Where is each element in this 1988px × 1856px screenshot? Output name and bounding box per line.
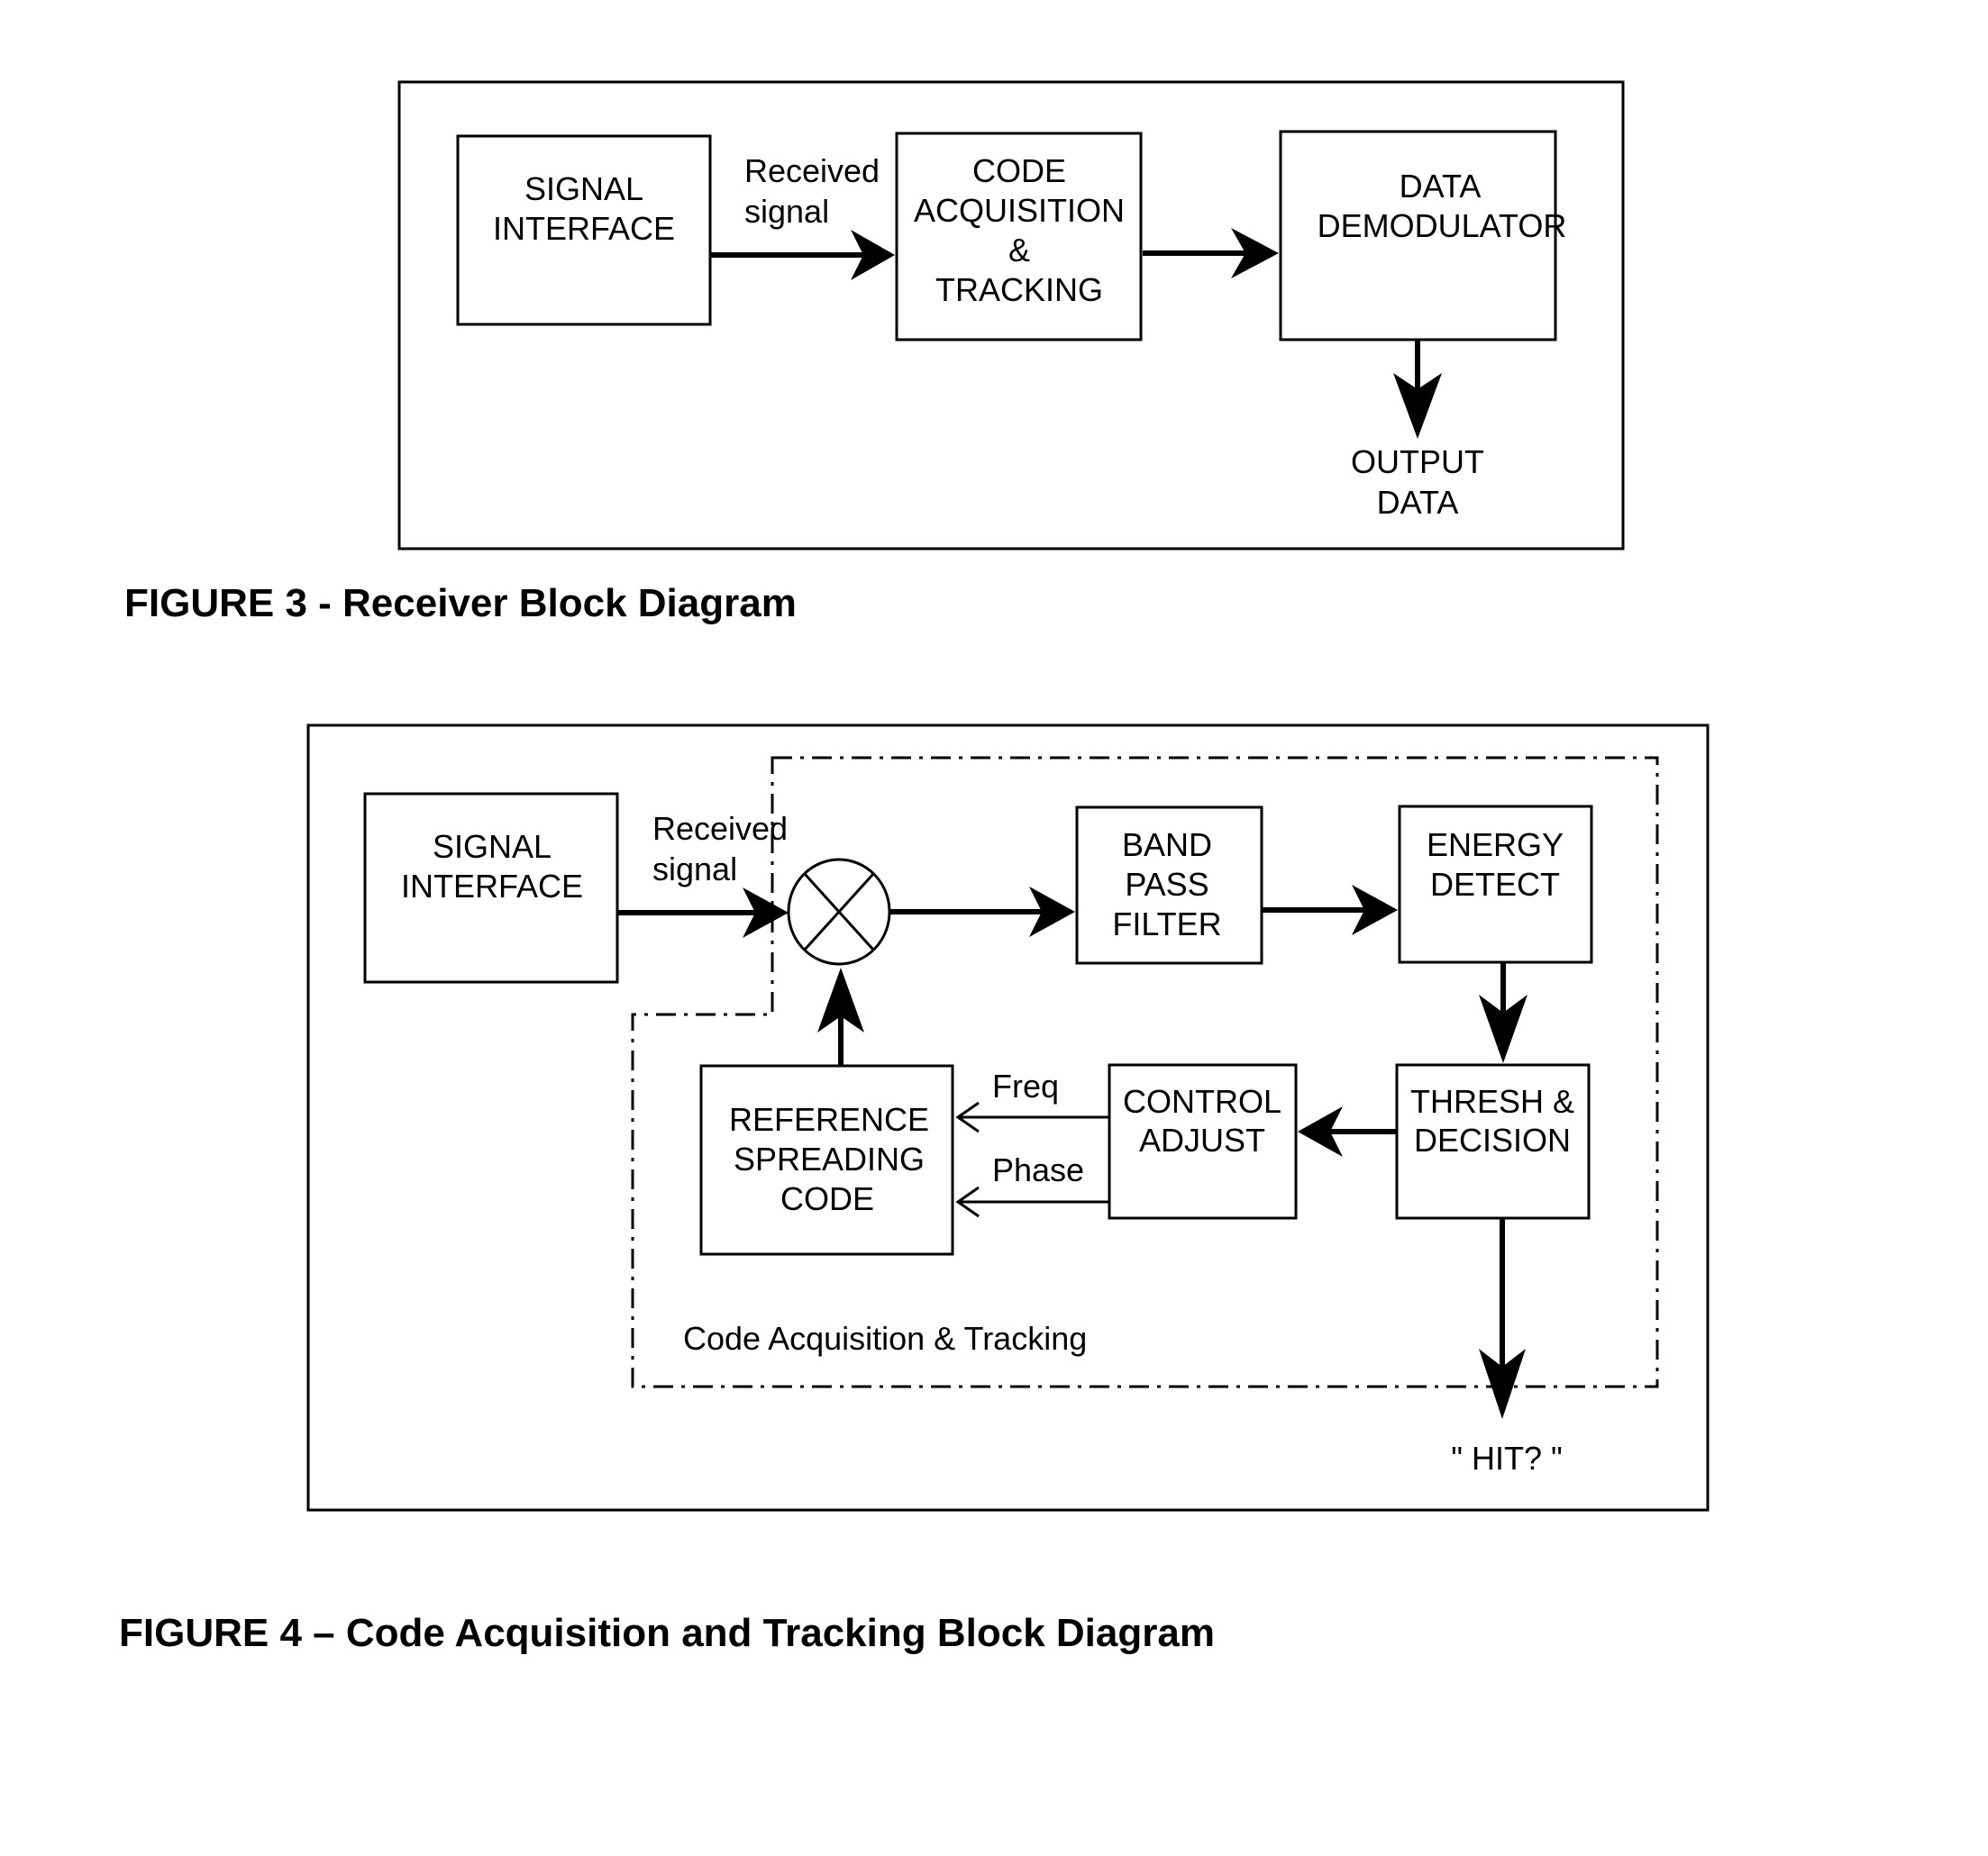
block-label-line: ENERGY <box>1427 826 1564 863</box>
block-label-line: SPREADING <box>734 1141 925 1178</box>
fig4-arrow-to-mixer <box>817 968 864 1066</box>
fig3-output-data-label: OUTPUT <box>1351 443 1484 480</box>
fig4-signal-interface-block: SIGNAL INTERFACE <box>363 792 619 984</box>
fig3-arrow-to-demodulator <box>1143 228 1279 278</box>
fig4-arrow-to-control-adjust <box>1298 1106 1397 1157</box>
fig4-thresh-decision-block: THRESH & DECISION <box>1395 1063 1591 1220</box>
block-label-line: DECISION <box>1414 1122 1571 1159</box>
block-label-line: CODE <box>972 152 1066 189</box>
fig4-reference-spreading-code-block: REFERENCE SPREADING CODE <box>699 1064 954 1256</box>
fig4-energy-detect-block: ENERGY DETECT <box>1398 805 1593 964</box>
fig3-code-acquisition-block: CODE ACQUISITION & TRACKING <box>895 132 1143 341</box>
fig4-control-adjust-block: CONTROL ADJUST <box>1108 1063 1298 1220</box>
fig4-band-pass-filter-block: BAND PASS FILTER <box>1075 805 1263 965</box>
block-label-line: INTERFACE <box>401 868 583 905</box>
fig3-data-demodulator-block: DATA DEMODULATOR <box>1279 130 1567 341</box>
block-label-line: DETECT <box>1430 866 1560 903</box>
fig3-arrow-output-data <box>1393 340 1442 439</box>
block-label-line: TRACKING <box>935 271 1103 308</box>
fig4-phase-label: Phase <box>992 1151 1084 1188</box>
block-label-line: FILTER <box>1112 905 1221 942</box>
fig4-arrow-phase <box>955 1186 1109 1218</box>
fig3-received-signal-label: signal <box>744 193 829 230</box>
figure-3: SIGNAL INTERFACE Received signal CODE AC… <box>124 80 1625 625</box>
patent-figures: SIGNAL INTERFACE Received signal CODE AC… <box>119 80 1710 1655</box>
block-label-line: SIGNAL <box>524 170 643 207</box>
code-acquisition-group-label: Code Acquisition & Tracking <box>683 1320 1087 1357</box>
fig3-signal-interface-block: SIGNAL INTERFACE <box>456 134 712 326</box>
fig4-freq-label: Freq <box>992 1068 1059 1105</box>
fig3-output-data-label: DATA <box>1377 484 1459 521</box>
fig4-arrow-to-band-pass-filter <box>889 887 1075 937</box>
block-label-line: CODE <box>780 1180 874 1217</box>
block-label-line: REFERENCE <box>729 1101 929 1138</box>
block-label-line: SIGNAL <box>433 828 552 865</box>
fig4-arrow-received-signal <box>617 887 789 938</box>
block-label-line: PASS <box>1125 866 1208 903</box>
block-label-line: DEMODULATOR <box>1318 207 1567 244</box>
block-label-line: BAND <box>1122 826 1212 863</box>
block-label-line: THRESH & <box>1410 1083 1574 1120</box>
block-label-line: INTERFACE <box>493 210 675 247</box>
block-label-line: ACQUISITION <box>914 192 1125 229</box>
figure-4-caption: FIGURE 4 – Code Acquisition and Tracking… <box>119 1611 1215 1655</box>
fig4-arrow-to-energy-detect <box>1262 885 1398 935</box>
multiplier-mixer-icon <box>787 858 891 966</box>
figure-4: Code Acquisition & Tracking SIGNAL INTER… <box>119 723 1710 1655</box>
fig4-hit-output-label: " HIT? " <box>1451 1440 1563 1477</box>
fig4-received-signal-label: signal <box>652 851 737 887</box>
fig4-arrow-hit-output <box>1479 1218 1526 1419</box>
block-label-line: CONTROL <box>1123 1083 1281 1120</box>
figure-3-caption: FIGURE 3 - Receiver Block Diagram <box>124 581 797 625</box>
fig3-received-signal-label: Received <box>744 152 880 189</box>
fig3-arrow-received-signal <box>710 230 895 280</box>
block-label-line: ADJUST <box>1139 1122 1265 1159</box>
block-label-line: & <box>1008 232 1030 268</box>
fig4-arrow-freq <box>955 1101 1109 1133</box>
block-label-line: DATA <box>1400 168 1482 205</box>
fig4-arrow-to-thresh-decision <box>1479 962 1527 1063</box>
fig4-received-signal-label: Received <box>652 810 788 847</box>
